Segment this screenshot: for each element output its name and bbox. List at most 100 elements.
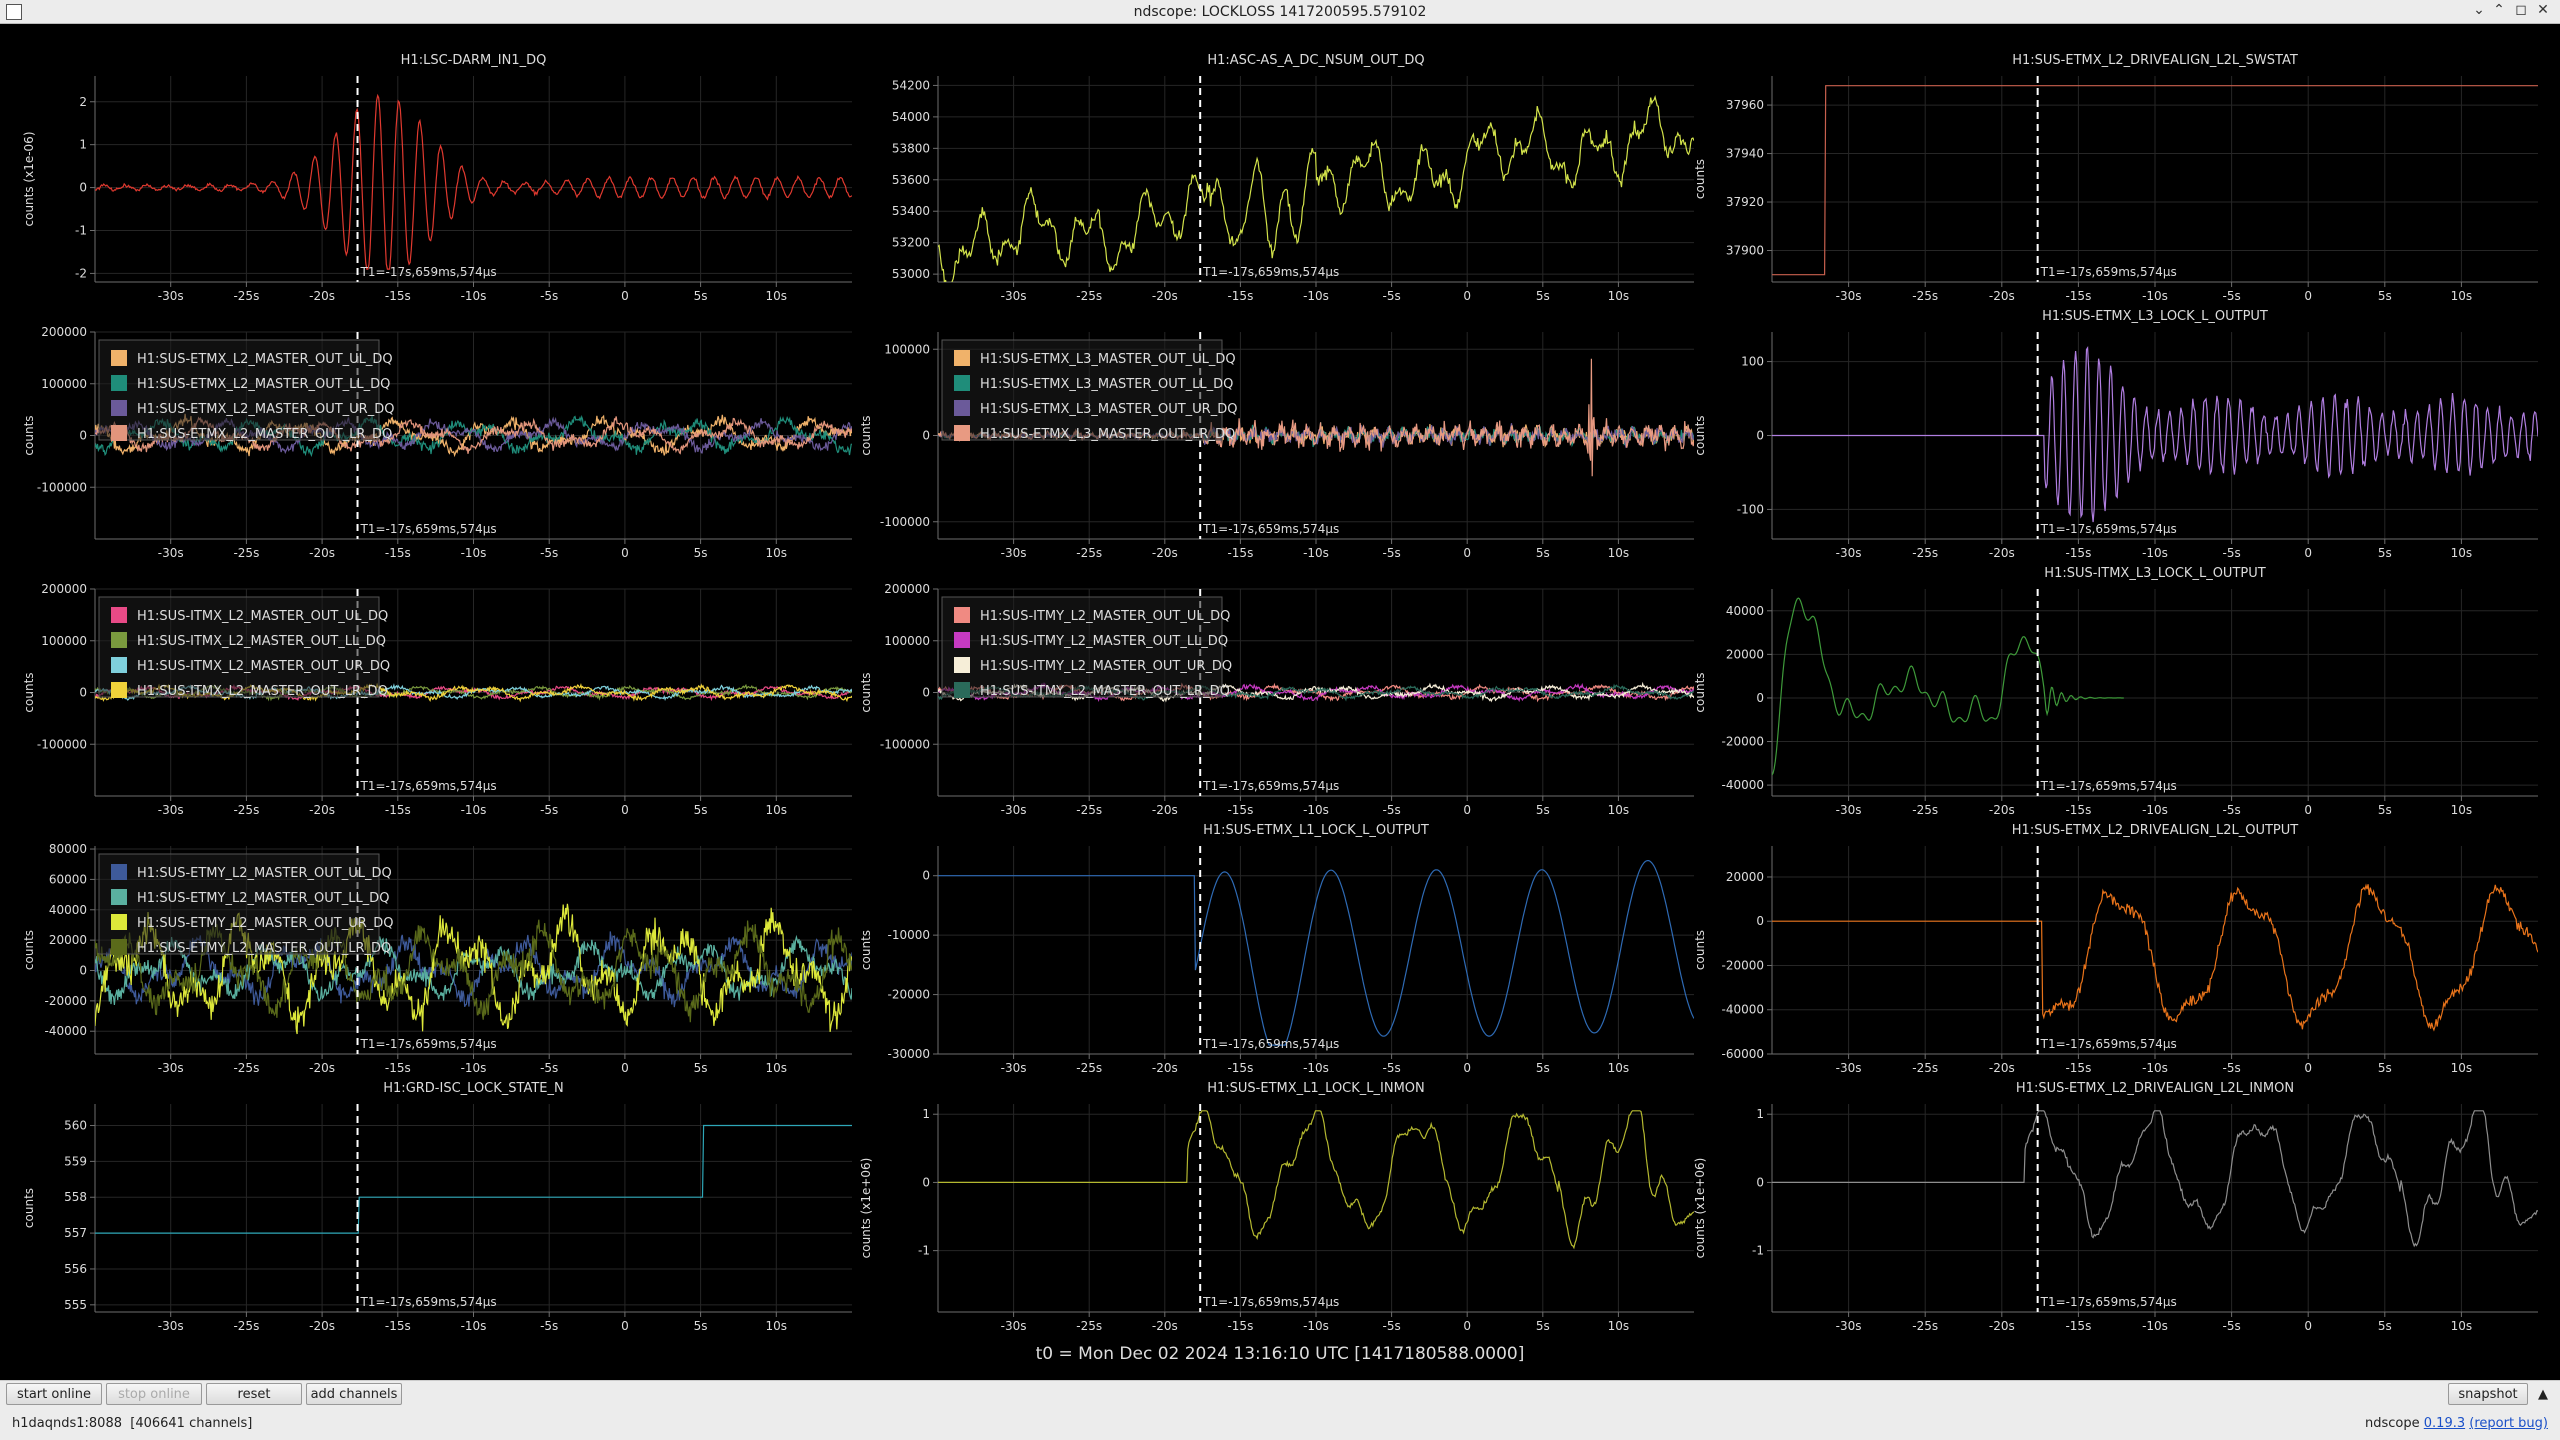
plot-panel-9[interactable]: H1:SUS-ITMX_L3_LOCK_L_OUTPUT -30s -25s -20s… [1693, 566, 2538, 817]
plot-title: H1:GRD-ISC_LOCK_STATE_N [383, 1081, 563, 1096]
chevron-down-icon[interactable]: ⌄ [2470, 2, 2488, 18]
plot-panel-1[interactable]: H1:LSC-DARM_IN1_DQ-30s -25s -20s -15s -10s -5… [22, 53, 852, 303]
x-tick-label: -15s [385, 803, 411, 817]
plot-panel-11[interactable]: H1:SUS-ETMX_L1_LOCK_L_OUTPUT -30s -25s -20s… [859, 823, 1694, 1075]
x-tick-label: -5s [2222, 1319, 2240, 1333]
x-tick-label: 5s [694, 289, 708, 303]
plot-title: H1:LSC-DARM_IN1_DQ [401, 53, 547, 68]
chevron-up-icon[interactable]: ⌃ [2490, 2, 2508, 18]
add-channels-button[interactable]: add channels [306, 1383, 402, 1405]
x-tick-label: -10s [1303, 1319, 1329, 1333]
x-tick-label: 0 [621, 803, 629, 817]
x-tick-label: -30s [1836, 1061, 1862, 1075]
x-tick-label: 10s [1608, 546, 1630, 560]
x-tick-label: 0 [1463, 1061, 1471, 1075]
cursor-label: T1=-17s,659ms,574µs [1202, 522, 1339, 536]
x-tick-label: -5s [540, 289, 558, 303]
report-bug-link[interactable]: (report bug) [2469, 1416, 2548, 1431]
legend-swatch [954, 350, 970, 366]
y-tick-label: -40000 [44, 1024, 87, 1038]
x-tick-label: -5s [1382, 803, 1400, 817]
y-tick-label: 20000 [1726, 647, 1764, 661]
x-tick-label: 10s [2451, 803, 2473, 817]
x-tick-label: -20s [1989, 289, 2015, 303]
x-tick-label: -15s [385, 1319, 411, 1333]
x-tick-label: 10s [766, 1319, 788, 1333]
maximize-icon[interactable]: ◻ [2512, 2, 2530, 18]
x-tick-label: -15s [1227, 803, 1253, 817]
plot-grid[interactable]: H1:LSC-DARM_IN1_DQ -30s -25s -20s -15s -10s -5… [0, 24, 2560, 1352]
y-tick-label: 53800 [892, 141, 930, 155]
x-tick-label: -10s [2142, 1061, 2168, 1075]
y-axis-label: counts (x1e+06) [1693, 1158, 1707, 1259]
x-tick-label: -20s [309, 803, 335, 817]
legend[interactable]: H1:SUS-ITMY_L2_MASTER_OUT_UL_DQ H1:SUS-IT… [941, 596, 1232, 699]
y-tick-label: 20000 [49, 933, 87, 947]
plot-panel-4[interactable]: -30s -25s -20s -15s -10s -5s 0 5s 10s -100000 0 100… [22, 325, 852, 560]
reset-button[interactable]: reset [206, 1383, 302, 1405]
legend-swatch [954, 425, 970, 441]
plot-panel-15[interactable]: H1:SUS-ETMX_L2_DRIVEALIGN_L2L_INMON -30s -… [1693, 1081, 2538, 1333]
cursor-label: T1=-17s,659ms,574µs [1202, 1037, 1339, 1051]
plot-panel-7[interactable]: -30s -25s -20s -15s -10s -5s 0 5s 10s -100000 0 100… [22, 582, 852, 817]
legend[interactable]: H1:SUS-ITMX_L2_MASTER_OUT_UL_DQ H1:SUS-IT… [98, 596, 390, 699]
y-tick-label: -1 [918, 1244, 930, 1258]
chevron-up-icon[interactable]: ▲ [2532, 1383, 2554, 1405]
plots-canvas[interactable]: H1:LSC-DARM_IN1_DQ-30s -25s -20s -15s -10s -5… [0, 24, 2560, 1352]
plot-panel-10[interactable]: -30s -25s -20s -15s -10s -5s 0 5s 10s -40000 -2000… [22, 842, 852, 1075]
x-tick-label: -25s [1076, 546, 1102, 560]
close-icon[interactable]: ✕ [2534, 2, 2552, 18]
y-tick-label: 1 [79, 138, 87, 152]
x-tick-label: -25s [233, 1319, 259, 1333]
plot-panel-6[interactable]: H1:SUS-ETMX_L3_LOCK_L_OUTPUT -30s -25s -20s… [1693, 309, 2538, 560]
x-tick-label: 5s [694, 803, 708, 817]
plot-title: H1:SUS-ETMX_L3_LOCK_L_OUTPUT [2042, 309, 2268, 324]
x-tick-label: -15s [385, 546, 411, 560]
cursor-label: T1=-17s,659ms,574µs [360, 779, 497, 793]
y-tick-label: 53600 [892, 173, 930, 187]
cursor-label: T1=-17s,659ms,574µs [2040, 1295, 2177, 1309]
snapshot-button[interactable]: snapshot [2448, 1383, 2528, 1405]
plot-panel-12[interactable]: H1:SUS-ETMX_L2_DRIVEALIGN_L2L_OUTPUT -30s… [1693, 823, 2538, 1075]
x-tick-label: -20s [1152, 289, 1178, 303]
x-tick-label: -25s [233, 289, 259, 303]
plot-title: H1:SUS-ITMX_L3_LOCK_L_OUTPUT [2044, 566, 2265, 581]
y-tick-label: 100 [1741, 355, 1764, 369]
legend[interactable]: H1:SUS-ETMX_L2_MASTER_OUT_UL_DQ H1:SUS-ET… [98, 339, 394, 442]
plot-title: H1:ASC-AS_A_DC_NSUM_OUT_DQ [1207, 53, 1424, 68]
x-tick-label: 10s [766, 289, 788, 303]
y-tick-label: -40000 [1721, 778, 1764, 792]
x-tick-label: -20s [1152, 1061, 1178, 1075]
y-tick-label: 0 [1756, 914, 1764, 928]
plot-panel-13[interactable]: H1:GRD-ISC_LOCK_STATE_N -30s -25s -20s -15s -… [22, 1081, 852, 1333]
plot-panel-14[interactable]: H1:SUS-ETMX_L1_LOCK_L_INMON -30s -25s -20s -… [859, 1081, 1694, 1333]
y-tick-label: 2 [79, 95, 87, 109]
y-axis-label: counts [1693, 415, 1707, 455]
plot-panel-3[interactable]: H1:SUS-ETMX_L2_DRIVEALIGN_L2L_SWSTAT -30s… [1693, 53, 2538, 303]
y-tick-label: 80000 [49, 842, 87, 856]
legend-entry: H1:SUS-ETMX_L2_MASTER_OUT_LL_DQ [137, 377, 390, 392]
plot-panel-8[interactable]: -30s -25s -20s -15s -10s -5s 0 5s 10s -100000 0 100… [859, 582, 1694, 817]
version-link[interactable]: 0.19.3 [2424, 1416, 2465, 1431]
x-tick-label: -10s [1303, 546, 1329, 560]
legend[interactable]: H1:SUS-ETMY_L2_MASTER_OUT_UL_DQ H1:SUS-ET… [98, 853, 394, 956]
x-tick-label: -25s [1912, 1319, 1938, 1333]
x-tick-label: 5s [2378, 1319, 2392, 1333]
legend-entry: H1:SUS-ITMX_L2_MASTER_OUT_UL_DQ [137, 609, 388, 624]
stop-online-button[interactable]: stop online [106, 1383, 202, 1405]
x-tick-label: -15s [1227, 289, 1253, 303]
start-online-button[interactable]: start online [6, 1383, 102, 1405]
plot-panel-2[interactable]: H1:ASC-AS_A_DC_NSUM_OUT_DQ -30s -25s -20s -1… [892, 53, 1694, 303]
y-tick-label: 558 [64, 1190, 87, 1204]
legend-swatch [111, 682, 127, 698]
legend-entry: H1:SUS-ETMX_L3_MASTER_OUT_UL_DQ [980, 352, 1236, 367]
cursor-label: T1=-17s,659ms,574µs [2040, 1037, 2177, 1051]
legend[interactable]: H1:SUS-ETMX_L3_MASTER_OUT_UL_DQ H1:SUS-ET… [941, 339, 1237, 442]
plot-panel-5[interactable]: -30s -25s -20s -15s -10s -5s 0 5s 10s -100000 0 100… [859, 332, 1694, 560]
y-axis-label: counts [1693, 930, 1707, 970]
x-tick-label: 0 [621, 289, 629, 303]
y-tick-label: 53000 [892, 267, 930, 281]
y-tick-label: 1 [922, 1107, 930, 1121]
y-tick-label: -30000 [887, 1047, 930, 1061]
y-tick-label: 37920 [1726, 195, 1764, 209]
